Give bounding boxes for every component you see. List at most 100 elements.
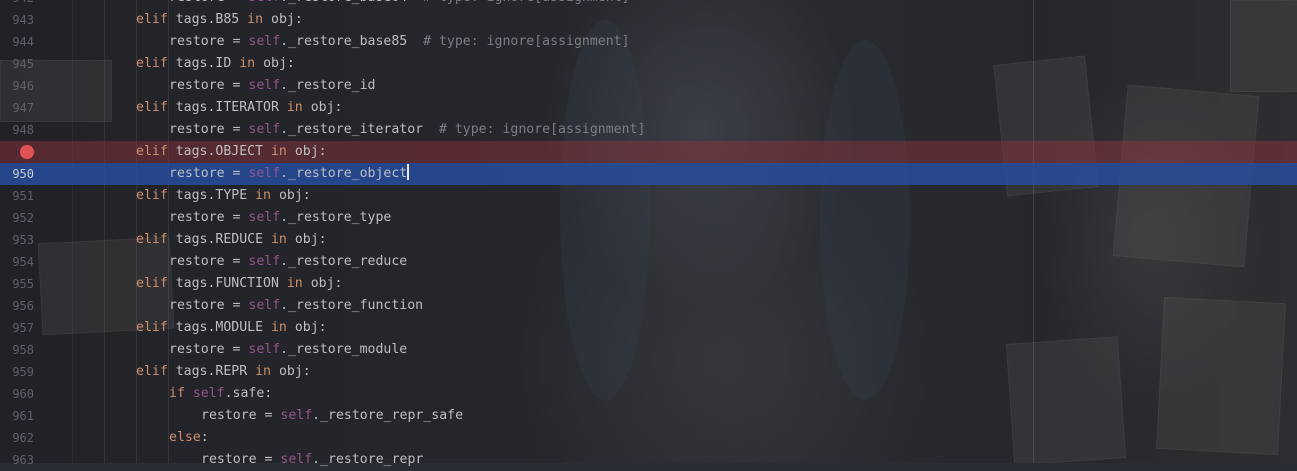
identifier-token: restore =	[169, 254, 249, 269]
line-number[interactable]: 953	[0, 229, 34, 251]
code-line[interactable]: 957 elif tags.MODULE in obj:	[0, 317, 1297, 339]
identifier-token: restore =	[169, 342, 249, 357]
code-text[interactable]: restore = self._restore_iterator # type:…	[169, 119, 645, 141]
identifier-token: restore =	[169, 78, 249, 93]
keyword-token: elif	[136, 364, 176, 379]
line-number[interactable]: 943	[0, 9, 34, 31]
keyword-token: in	[286, 100, 311, 115]
code-line[interactable]: 953 elif tags.REDUCE in obj:	[0, 229, 1297, 251]
code-text[interactable]: elif tags.OBJECT in obj:	[136, 141, 327, 163]
identifier-token: restore =	[169, 34, 249, 49]
identifier-token: tags.FUNCTION	[175, 276, 287, 291]
code-line[interactable]: 962 else:	[0, 427, 1297, 449]
identifier-token: ._restore_id	[280, 78, 376, 93]
line-number[interactable]: 952	[0, 207, 34, 229]
line-number[interactable]: 945	[0, 53, 34, 75]
identifier-token: ._restore_repr_safe	[312, 408, 464, 423]
line-number[interactable]: 942	[0, 0, 34, 9]
code-text[interactable]: elif tags.MODULE in obj:	[136, 317, 327, 339]
code-text[interactable]: elif tags.ITERATOR in obj:	[136, 97, 342, 119]
keyword-token: in	[286, 276, 311, 291]
code-text[interactable]: elif tags.FUNCTION in obj:	[136, 273, 342, 295]
code-text[interactable]: if self.safe:	[169, 383, 272, 405]
identifier-token: tags.REPR	[175, 364, 256, 379]
code-text[interactable]: restore = self._restore_repr_safe	[201, 405, 463, 427]
line-number[interactable]: 956	[0, 295, 34, 317]
self-token: self	[248, 0, 280, 5]
code-line[interactable]: 960 if self.safe:	[0, 383, 1297, 405]
code-line[interactable]: 956 restore = self._restore_function	[0, 295, 1297, 317]
code-text[interactable]: restore = self._restore_module	[169, 339, 407, 361]
self-token: self	[192, 386, 225, 401]
code-line[interactable]: 948 restore = self._restore_iterator # ty…	[0, 119, 1297, 141]
line-number[interactable]: 962	[0, 427, 34, 449]
code-line[interactable]: 944 restore = self._restore_base85 # type…	[0, 31, 1297, 53]
line-number[interactable]: 955	[0, 273, 34, 295]
code-text[interactable]: restore = self._restore_base85 # type: i…	[169, 31, 630, 53]
line-number[interactable]: 957	[0, 317, 34, 339]
line-number[interactable]: 947	[0, 97, 34, 119]
code-line[interactable]: 951 elif tags.TYPE in obj:	[0, 185, 1297, 207]
code-line[interactable]: 955 elif tags.FUNCTION in obj:	[0, 273, 1297, 295]
identifier-token: ._restore_module	[280, 342, 408, 357]
keyword-token: elif	[136, 188, 176, 203]
code-text[interactable]: elif tags.TYPE in obj:	[136, 185, 311, 207]
line-number[interactable]: 946	[0, 75, 34, 97]
code-line[interactable]: 961 restore = self._restore_repr_safe	[0, 405, 1297, 427]
code-text[interactable]: restore = self._restore_function	[169, 295, 423, 317]
identifier-token: obj:	[271, 12, 303, 27]
code-text[interactable]: restore = self._restore_repr	[201, 449, 423, 471]
self-token: self	[248, 78, 281, 93]
code-line[interactable]: 954 restore = self._restore_reduce	[0, 251, 1297, 273]
code-text[interactable]: restore = self._restore_base64 # type: i…	[169, 0, 630, 9]
code-text[interactable]: elif tags.B85 in obj:	[136, 9, 303, 31]
identifier-token: :	[200, 430, 209, 445]
keyword-token: in	[247, 12, 271, 27]
code-text[interactable]: restore = self._restore_reduce	[169, 251, 407, 273]
keyword-token: in	[270, 232, 295, 247]
code-text[interactable]: else:	[169, 427, 209, 449]
code-line[interactable]: 946 restore = self._restore_id	[0, 75, 1297, 97]
line-number[interactable]: 959	[0, 361, 34, 383]
identifier-token: restore =	[169, 0, 248, 5]
line-number[interactable]: 958	[0, 339, 34, 361]
breakpoint-icon[interactable]	[20, 145, 34, 159]
line-number[interactable]: 951	[0, 185, 34, 207]
line-number[interactable]: 961	[0, 405, 34, 427]
identifier-token: ._restore_base85	[280, 34, 424, 49]
code-lines: 942 restore = self._restore_base64 # type…	[0, 0, 1297, 471]
line-number[interactable]: 948	[0, 119, 34, 141]
keyword-token: elif	[136, 12, 176, 27]
line-number[interactable]: 954	[0, 251, 34, 273]
code-line[interactable]: 943 elif tags.B85 in obj:	[0, 9, 1297, 31]
line-number[interactable]: 963	[0, 449, 34, 471]
code-text[interactable]: restore = self._restore_object	[169, 163, 410, 185]
identifier-token: obj:	[294, 232, 327, 247]
code-text[interactable]: elif tags.ID in obj:	[136, 53, 295, 75]
code-line[interactable]: 947 elif tags.ITERATOR in obj:	[0, 97, 1297, 119]
code-editor[interactable]: 942 restore = self._restore_base64 # type…	[0, 0, 1297, 467]
code-line[interactable]: 963 restore = self._restore_repr	[0, 449, 1297, 471]
line-number[interactable]: 950	[0, 163, 34, 185]
code-text[interactable]: restore = self._restore_id	[169, 75, 375, 97]
keyword-token: in	[255, 188, 279, 203]
code-line[interactable]: 945 elif tags.ID in obj:	[0, 53, 1297, 75]
code-text[interactable]: restore = self._restore_type	[169, 207, 391, 229]
identifier-token: obj:	[263, 56, 295, 71]
identifier-token: ._restore_base64	[280, 0, 423, 5]
line-number[interactable]: 944	[0, 31, 34, 53]
keyword-token: elif	[136, 100, 176, 115]
code-line[interactable]: 952 restore = self._restore_type	[0, 207, 1297, 229]
code-text[interactable]: elif tags.REPR in obj:	[136, 361, 311, 383]
code-line[interactable]: 958 restore = self._restore_module	[0, 339, 1297, 361]
identifier-token: ._restore_reduce	[280, 254, 408, 269]
line-number[interactable]: 960	[0, 383, 34, 405]
code-line[interactable]: 942 restore = self._restore_base64 # type…	[0, 0, 1297, 9]
self-token: self	[248, 254, 281, 269]
code-text[interactable]: elif tags.REDUCE in obj:	[136, 229, 327, 251]
code-line[interactable]: 950 restore = self._restore_object	[0, 163, 1297, 185]
code-line[interactable]: elif tags.OBJECT in obj:	[0, 141, 1297, 163]
identifier-token: ._restore_repr	[312, 452, 424, 467]
code-line[interactable]: 959 elif tags.REPR in obj:	[0, 361, 1297, 383]
identifier-token: tags.REDUCE	[175, 232, 271, 247]
